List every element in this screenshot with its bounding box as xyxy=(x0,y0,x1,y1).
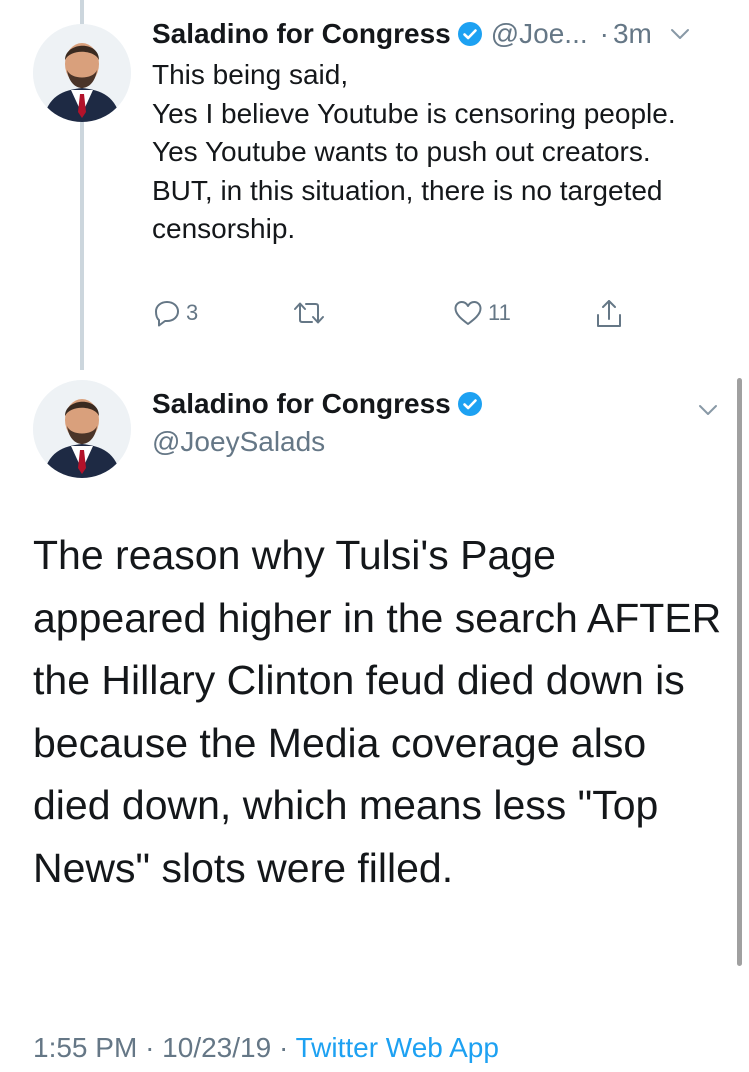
separator-dot: · xyxy=(599,18,609,49)
tweet-metadata: 1:55 PM · 10/23/19 · Twitter Web App xyxy=(33,1032,499,1064)
reply-count: 3 xyxy=(186,300,199,325)
chevron-down-icon[interactable] xyxy=(666,20,694,48)
reply-icon xyxy=(155,301,179,327)
author-name[interactable]: Saladino for Congress xyxy=(152,18,451,50)
author-handle[interactable]: @JoeySalads xyxy=(152,426,325,458)
scrollbar[interactable] xyxy=(737,378,742,966)
separator-dot: · xyxy=(278,1032,289,1063)
avatar[interactable] xyxy=(33,380,131,478)
tweet-header: Saladino for Congress @Joe... · 3m xyxy=(152,14,729,54)
retweet-icon xyxy=(294,302,324,324)
separator-dot: · xyxy=(145,1032,155,1063)
chevron-down-icon[interactable] xyxy=(694,396,722,424)
heart-icon xyxy=(454,301,482,325)
share-button[interactable] xyxy=(594,298,624,330)
share-icon xyxy=(597,300,621,327)
verified-badge-icon xyxy=(457,392,482,416)
verified-badge-icon xyxy=(457,22,482,46)
reply-button[interactable]: 3 xyxy=(152,298,198,328)
tweet-actions: 3 11 xyxy=(152,298,652,338)
timestamp[interactable]: 3m xyxy=(613,18,652,50)
tweet-text: The reason why Tulsi's Page appeared hig… xyxy=(33,532,722,891)
retweet-button[interactable] xyxy=(292,298,330,328)
avatar[interactable] xyxy=(33,24,131,122)
tweet-date[interactable]: 10/23/19 xyxy=(162,1032,271,1063)
tweet-text: This being said, Yes I believe Youtube i… xyxy=(152,59,676,244)
like-button[interactable]: 11 xyxy=(452,298,511,328)
tweet-source-link[interactable]: Twitter Web App xyxy=(296,1032,499,1063)
author-handle[interactable]: @Joe... xyxy=(491,18,588,50)
author-name-row: Saladino for Congress xyxy=(152,388,483,420)
tweet-time[interactable]: 1:55 PM xyxy=(33,1032,137,1063)
author-name[interactable]: Saladino for Congress xyxy=(152,388,451,420)
like-count: 11 xyxy=(488,300,511,325)
